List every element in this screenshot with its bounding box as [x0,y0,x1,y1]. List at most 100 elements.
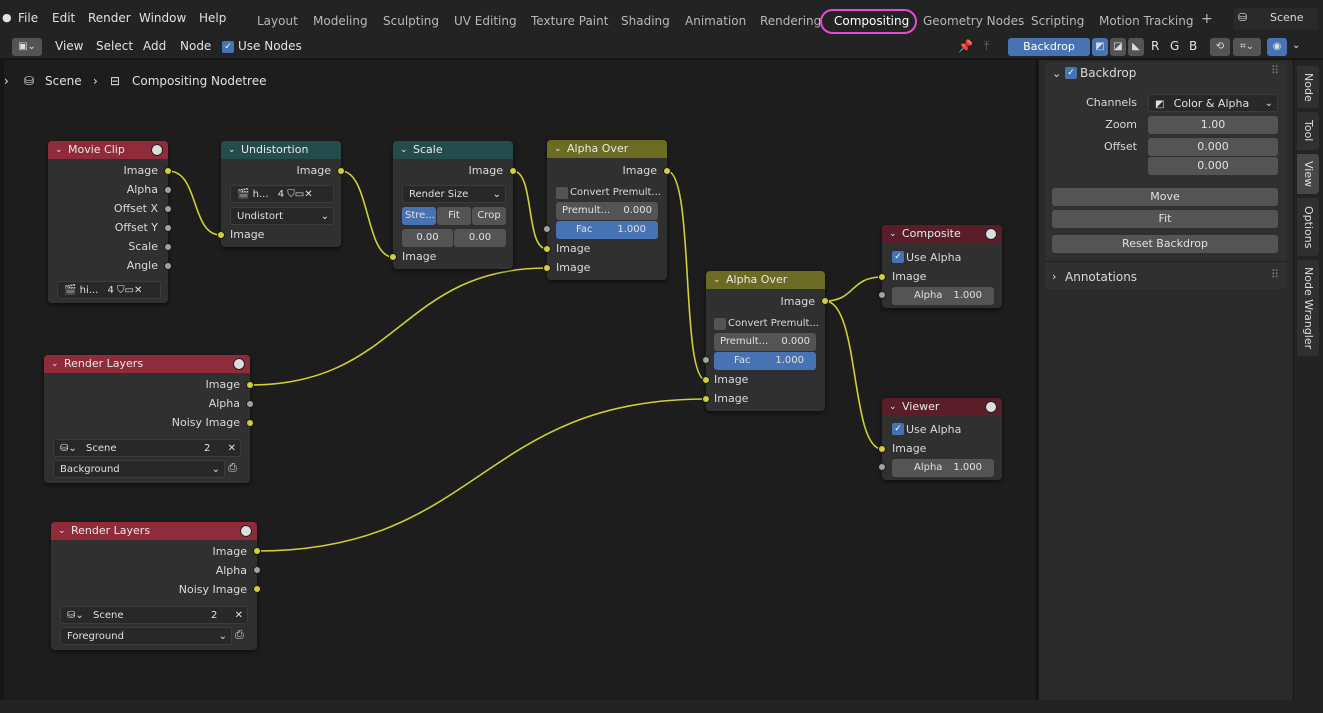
node-scale[interactable]: ⌄ Scale Image Render Size ⌄ Stre... Fit C… [393,141,513,269]
socket-out-image[interactable] [164,167,172,175]
overlay-dropdown-icon[interactable]: ⌄ [1292,40,1300,51]
backdrop-button[interactable]: Backdrop [1008,38,1090,56]
socket-in-image-1[interactable] [543,245,551,253]
tab-animation[interactable]: Animation [685,14,746,28]
snap-icon[interactable]: ⟲ [1210,38,1230,56]
unlink-icon[interactable]: ✕ [304,189,312,200]
tab-scripting[interactable]: Scripting [1031,14,1084,28]
socket-out-alpha[interactable] [253,566,261,574]
node-header[interactable]: ⌄ Undistortion [221,141,341,159]
red-channel[interactable]: R [1151,39,1159,53]
menu-select[interactable]: Select [96,39,133,53]
unlink-icon[interactable]: ✕ [134,285,142,296]
fake-user-icon[interactable]: ⛉ [117,285,125,296]
socket-out-image[interactable] [246,381,254,389]
tab-geometry-nodes[interactable]: Geometry Nodes [923,14,1024,28]
collapse-icon[interactable]: ⌄ [51,355,59,373]
clip-selector[interactable]: 🎬 hi... 4 ⛉▭✕ [57,281,161,299]
node-header[interactable]: ⌄ Alpha Over [547,140,667,158]
socket-out-noisy-image[interactable] [246,419,254,427]
node-movie-clip[interactable]: ⌄ Movie Clip Image Alpha Offset X Offset … [48,141,168,303]
node-header[interactable]: ⌄ Viewer [882,398,1002,416]
panel-collapse-icon[interactable]: ⌄ [1052,67,1061,80]
fit-fit-button[interactable]: Fit [437,207,471,225]
tab-node[interactable]: Node [1297,66,1319,108]
use-alpha-checkbox[interactable]: ✓ [892,423,904,435]
socket-in-image[interactable] [878,445,886,453]
socket-out-offset-x[interactable] [164,205,172,213]
unlink-icon[interactable]: ✕ [228,440,236,456]
convert-premult-checkbox[interactable] [556,187,568,199]
socket-in-image[interactable] [878,273,886,281]
node-header[interactable]: ⌄ Render Layers [51,522,257,540]
drag-handle-icon[interactable]: ⠿ [1271,268,1279,281]
tab-shading[interactable]: Shading [621,14,670,28]
add-workspace-icon[interactable]: + [1201,11,1213,27]
collapse-icon[interactable]: ⌄ [58,522,66,540]
node-alpha-over-2[interactable]: ⌄ Alpha Over Image Convert Premult... Pre… [706,271,825,411]
node-header[interactable]: ⌄ Scale [393,141,513,159]
collapse-icon[interactable]: ⌄ [889,225,897,243]
node-header[interactable]: ⌄ Composite [882,225,1002,243]
node-preview-icon[interactable] [985,228,997,240]
collapse-icon[interactable]: ⌄ [713,271,721,289]
socket-in-image[interactable] [389,253,397,261]
socket-out-image[interactable] [253,547,261,555]
scene-selector[interactable]: ⛁⌄ Scene 2 ✕ [60,606,248,624]
fake-user-icon[interactable]: ⛉ [287,189,295,200]
editor-type-icon[interactable]: ▣⌄ [12,38,42,56]
menu-view[interactable]: View [55,39,83,53]
color-icon[interactable]: ◪ [1110,38,1126,56]
socket-in-fac[interactable] [702,356,710,364]
node-preview-icon[interactable] [233,358,245,370]
scene-selector[interactable]: ⛁ Scene [1234,8,1318,30]
overlay-icon[interactable]: ◉ [1267,38,1287,56]
socket-out-image[interactable] [509,167,517,175]
collapse-icon[interactable]: ⌄ [228,141,236,159]
breadcrumb-toggle-icon[interactable]: › [4,74,9,88]
socket-out-alpha[interactable] [164,186,172,194]
socket-out-alpha[interactable] [246,400,254,408]
socket-out-image[interactable] [821,297,829,305]
node-composite[interactable]: ⌄ Composite ✓ Use Alpha Image Alpha 1.000 [882,225,1002,308]
pin-icon[interactable]: 📌 [958,39,973,53]
parent-icon[interactable]: ⤒ [984,39,989,54]
alpha-icon[interactable]: ◣ [1128,38,1144,56]
tab-options[interactable]: Options [1297,198,1319,256]
socket-in-image[interactable] [217,231,225,239]
menu-file[interactable]: File [18,11,38,25]
snap-target-icon[interactable]: ⌗⌄ [1233,38,1261,56]
layer-dropdown[interactable]: Foreground ⌄ [60,627,232,645]
menu-node[interactable]: Node [180,39,211,53]
socket-out-image[interactable] [337,167,345,175]
browse-icon[interactable]: ▭ [295,189,304,200]
node-preview-icon[interactable] [151,144,163,156]
move-button[interactable]: Move [1052,188,1278,206]
channels-dropdown[interactable]: ◩ Color & Alpha ⌄ [1148,94,1278,112]
space-dropdown[interactable]: Render Size ⌄ [402,185,506,203]
socket-out-offset-y[interactable] [164,224,172,232]
node-viewer[interactable]: ⌄ Viewer ✓ Use Alpha Image Alpha 1.000 [882,398,1002,480]
blender-logo-icon[interactable]: ● [2,11,12,24]
node-undistortion[interactable]: ⌄ Undistortion Image 🎬 h... 4 ⛉▭✕ Undisto… [221,141,341,247]
annotations-panel-title[interactable]: Annotations [1065,270,1137,284]
offset-y-field[interactable]: 0.00 [454,229,506,247]
offset-y-field[interactable]: 0.000 [1148,157,1278,175]
collapse-icon[interactable]: ⌄ [400,141,408,159]
socket-out-image[interactable] [663,167,671,175]
tab-tool[interactable]: Tool [1297,112,1319,150]
tab-layout[interactable]: Layout [257,14,298,28]
color-alpha-icon[interactable]: ◩ [1092,38,1108,56]
unlink-icon[interactable]: ✕ [235,607,243,623]
tab-motion-tracking[interactable]: Motion Tracking [1099,14,1193,28]
blue-channel[interactable]: B [1189,39,1197,53]
node-preview-icon[interactable] [985,401,997,413]
fit-button[interactable]: Fit [1052,210,1278,228]
fac-field[interactable]: Fac 1.000 [714,352,816,370]
zoom-field[interactable]: 1.00 [1148,116,1278,134]
collapse-icon[interactable]: ⌄ [55,141,63,159]
node-render-layers-background[interactable]: ⌄ Render Layers Image Alpha Noisy Image ⛁… [44,355,250,483]
node-preview-icon[interactable] [240,525,252,537]
menu-render[interactable]: Render [88,11,131,25]
use-nodes-checkbox[interactable]: ✓ [222,41,234,53]
